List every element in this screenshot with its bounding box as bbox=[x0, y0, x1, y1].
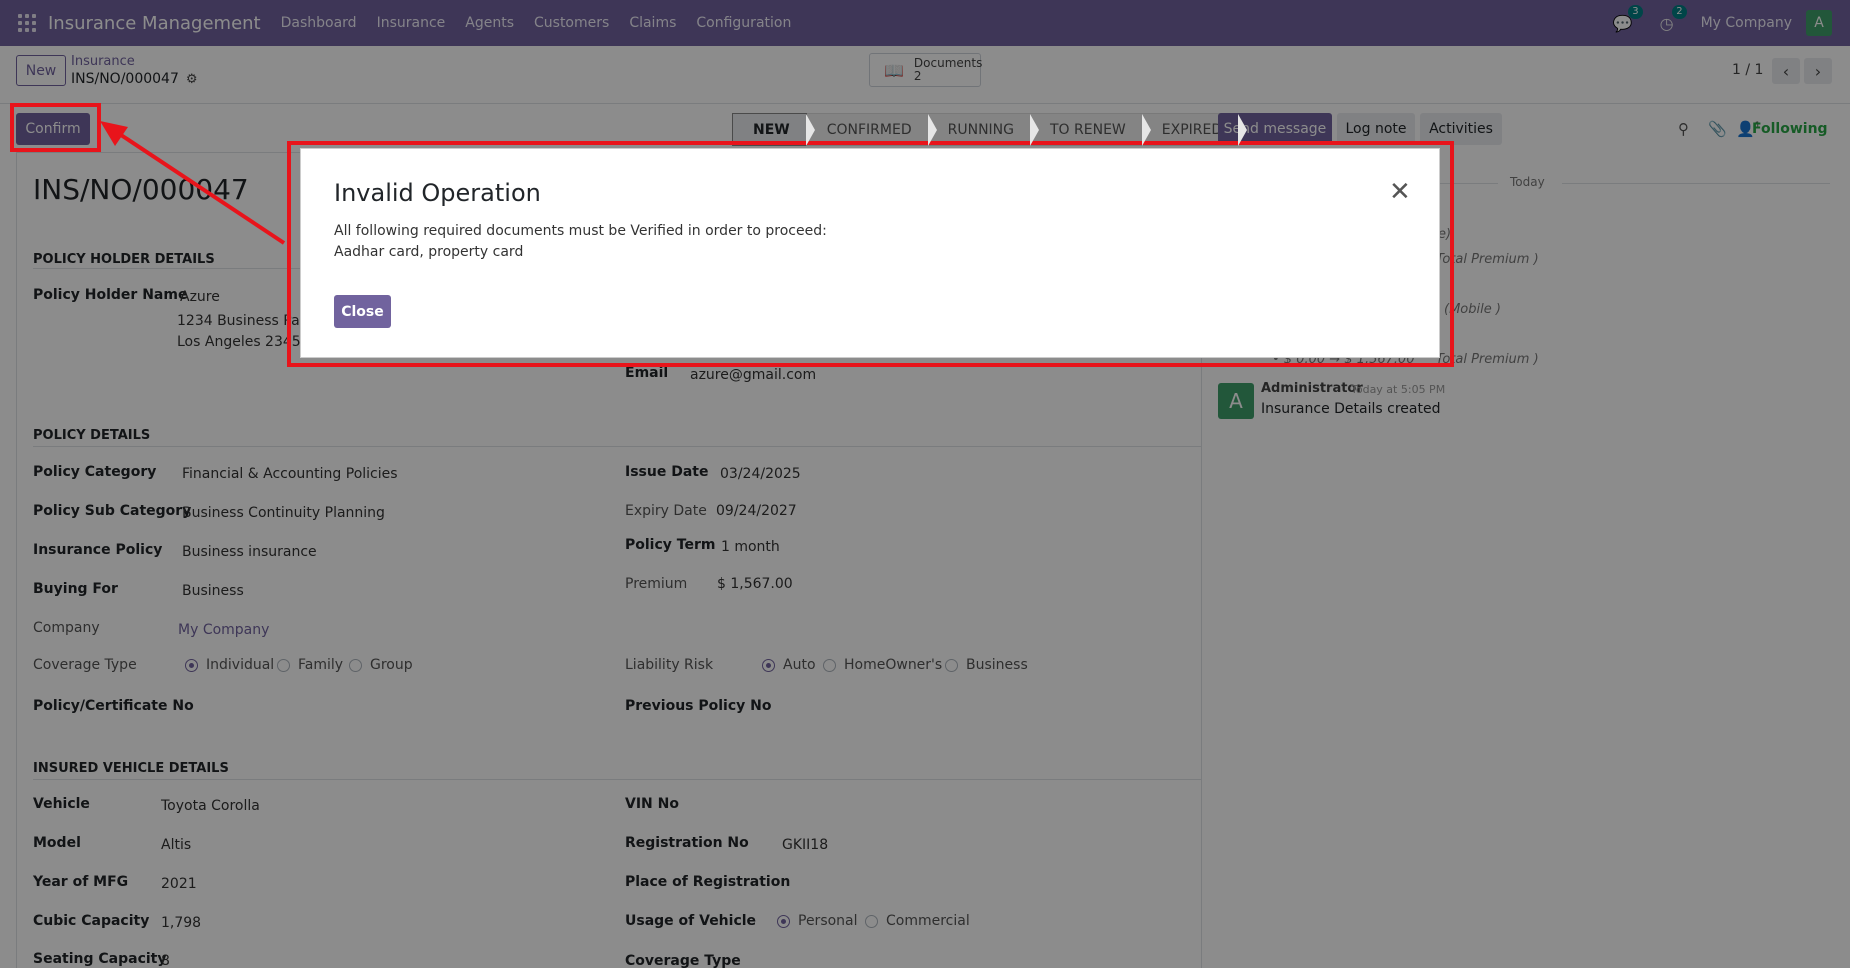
arrow-line bbox=[110, 127, 286, 245]
annotation-arrow bbox=[100, 121, 286, 245]
arrow-head bbox=[100, 121, 128, 146]
